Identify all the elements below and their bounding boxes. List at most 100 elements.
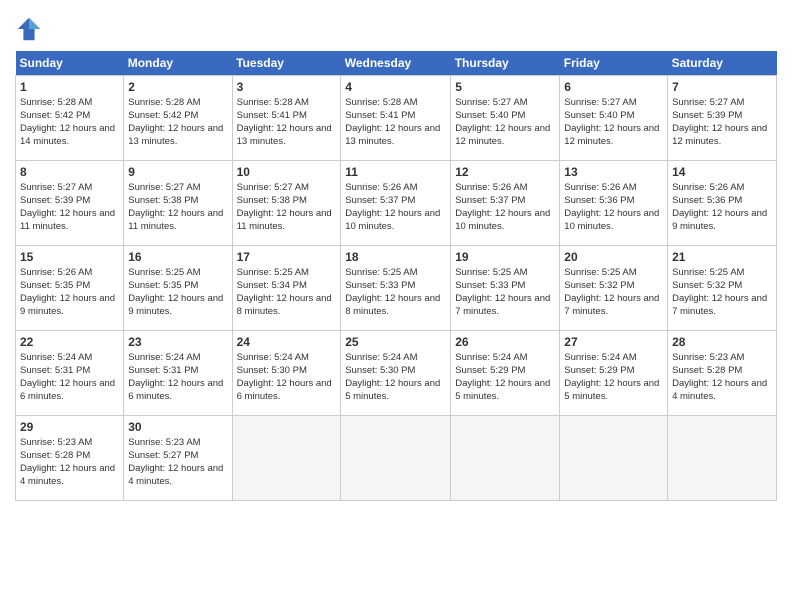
day-number: 3 [237, 79, 337, 95]
sunset: Sunset: 5:40 PM [455, 110, 525, 121]
daylight-label: Daylight: 12 hours and 11 minutes. [128, 208, 223, 232]
daylight-label: Daylight: 12 hours and 6 minutes. [128, 378, 223, 402]
daylight-label: Daylight: 12 hours and 5 minutes. [564, 378, 659, 402]
calendar-cell: 14 Sunrise: 5:26 AM Sunset: 5:36 PM Dayligh… [668, 161, 777, 246]
calendar-cell: 5Sunrise: 5:27 AMSunset: 5:40 PMDaylight… [451, 76, 560, 161]
calendar-cell: 15 Sunrise: 5:26 AM Sunset: 5:35 PM Dayligh… [16, 246, 124, 331]
calendar-table: SundayMondayTuesdayWednesdayThursdayFrid… [15, 51, 777, 501]
day-number: 10 [237, 164, 337, 180]
sunset: Sunset: 5:31 PM [20, 365, 90, 376]
calendar-cell [668, 416, 777, 501]
day-number: 29 [20, 419, 119, 435]
calendar-cell: 10Sunrise: 5:27 AMSunset: 5:38 PMDayligh… [232, 161, 341, 246]
sunset: Sunset: 5:38 PM [237, 195, 307, 206]
calendar-cell: 29Sunrise: 5:23 AMSunset: 5:28 PMDayligh… [16, 416, 124, 501]
day-number: 17 [237, 249, 337, 265]
calendar-cell: 17Sunrise: 5:25 AMSunset: 5:34 PMDayligh… [232, 246, 341, 331]
calendar-cell: 3Sunrise: 5:28 AMSunset: 5:41 PMDaylight… [232, 76, 341, 161]
calendar-cell: 27Sunrise: 5:24 AMSunset: 5:29 PMDayligh… [560, 331, 668, 416]
sunset: Sunset: 5:36 PM [672, 195, 742, 206]
daylight-label: Daylight: 12 hours and 13 minutes. [345, 123, 440, 147]
calendar-cell [341, 416, 451, 501]
sunrise: Sunrise: 5:27 AM [672, 97, 744, 108]
daylight-label: Daylight: 12 hours and 9 minutes. [20, 293, 115, 317]
day-header-friday: Friday [560, 51, 668, 76]
sunrise: Sunrise: 5:23 AM [128, 437, 200, 448]
sunset: Sunset: 5:31 PM [128, 365, 198, 376]
calendar-cell [560, 416, 668, 501]
daylight-label: Daylight: 12 hours and 12 minutes. [564, 123, 659, 147]
sunset: Sunset: 5:29 PM [564, 365, 634, 376]
daylight-label: Daylight: 12 hours and 8 minutes. [345, 293, 440, 317]
calendar-header-row: SundayMondayTuesdayWednesdayThursdayFrid… [16, 51, 777, 76]
sunset: Sunset: 5:34 PM [237, 280, 307, 291]
day-number: 27 [564, 334, 663, 350]
daylight-label: Daylight: 12 hours and 10 minutes. [564, 208, 659, 232]
day-number: 19 [455, 249, 555, 265]
sunset: Sunset: 5:35 PM [20, 280, 90, 291]
sunset: Sunset: 5:37 PM [345, 195, 415, 206]
daylight-label: Daylight: 12 hours and 12 minutes. [455, 123, 550, 147]
calendar-cell: 30Sunrise: 5:23 AMSunset: 5:27 PMDayligh… [124, 416, 232, 501]
sunrise: Sunrise: 5:25 AM [237, 267, 309, 278]
sunrise: Sunrise: 5:25 AM [345, 267, 417, 278]
day-number: 14 [672, 164, 772, 180]
daylight-label: Daylight: 12 hours and 9 minutes. [672, 208, 767, 232]
logo-icon [15, 15, 43, 43]
sunset: Sunset: 5:39 PM [672, 110, 742, 121]
day-number: 24 [237, 334, 337, 350]
sunrise: Sunrise: 5:24 AM [128, 352, 200, 363]
day-number: 5 [455, 79, 555, 95]
sunrise: Sunrise: 5:27 AM [128, 182, 200, 193]
sunrise: Sunrise: 5:25 AM [455, 267, 527, 278]
sunset: Sunset: 5:39 PM [20, 195, 90, 206]
sunrise: Sunrise: 5:26 AM [20, 267, 92, 278]
calendar-cell: 23 Sunrise: 5:24 AM Sunset: 5:31 PM Dayligh… [124, 331, 232, 416]
daylight-label: Daylight: 12 hours and 7 minutes. [455, 293, 550, 317]
calendar-cell: 19 Sunrise: 5:25 AM Sunset: 5:33 PM Dayligh… [451, 246, 560, 331]
sunset: Sunset: 5:41 PM [345, 110, 415, 121]
day-number: 1 [20, 79, 119, 95]
sunrise: Sunrise: 5:26 AM [345, 182, 417, 193]
day-number: 7 [672, 79, 772, 95]
daylight-label: Daylight: 12 hours and 11 minutes. [237, 208, 332, 232]
sunrise: Sunrise: 5:24 AM [237, 352, 309, 363]
calendar-cell: 11Sunrise: 5:26 AMSunset: 5:37 PMDayligh… [341, 161, 451, 246]
calendar-container: SundayMondayTuesdayWednesdayThursdayFrid… [0, 0, 792, 511]
sunrise: Sunrise: 5:27 AM [20, 182, 92, 193]
calendar-cell: 13Sunrise: 5:26 AMSunset: 5:36 PMDayligh… [560, 161, 668, 246]
day-number: 23 [128, 334, 227, 350]
day-number: 12 [455, 164, 555, 180]
sunset: Sunset: 5:30 PM [237, 365, 307, 376]
daylight-label: Daylight: 12 hours and 7 minutes. [564, 293, 659, 317]
day-number: 20 [564, 249, 663, 265]
daylight-label: Daylight: 12 hours and 4 minutes. [20, 463, 115, 487]
sunset: Sunset: 5:42 PM [20, 110, 90, 121]
day-number: 4 [345, 79, 446, 95]
daylight-label: Daylight: 12 hours and 9 minutes. [128, 293, 223, 317]
daylight-label: Daylight: 12 hours and 7 minutes. [672, 293, 767, 317]
calendar-cell: 12Sunrise: 5:26 AMSunset: 5:37 PMDayligh… [451, 161, 560, 246]
daylight-label: Daylight: 12 hours and 13 minutes. [237, 123, 332, 147]
sunset: Sunset: 5:27 PM [128, 450, 198, 461]
day-number: 2 [128, 79, 227, 95]
calendar-cell: 28Sunrise: 5:23 AMSunset: 5:28 PMDayligh… [668, 331, 777, 416]
day-number: 15 [20, 249, 119, 265]
day-number: 25 [345, 334, 446, 350]
sunrise: Sunrise: 5:26 AM [672, 182, 744, 193]
sunset: Sunset: 5:32 PM [564, 280, 634, 291]
sunset: Sunset: 5:33 PM [455, 280, 525, 291]
daylight-label: Daylight: 12 hours and 11 minutes. [20, 208, 115, 232]
day-number: 8 [20, 164, 119, 180]
sunrise: Sunrise: 5:28 AM [20, 97, 92, 108]
day-number: 28 [672, 334, 772, 350]
calendar-cell: 1Sunrise: 5:28 AMSunset: 5:42 PMDaylight… [16, 76, 124, 161]
calendar-week-row: 29Sunrise: 5:23 AMSunset: 5:28 PMDayligh… [16, 416, 777, 501]
day-number: 26 [455, 334, 555, 350]
sunrise: Sunrise: 5:24 AM [345, 352, 417, 363]
daylight-label: Daylight: 12 hours and 13 minutes. [128, 123, 223, 147]
day-number: 18 [345, 249, 446, 265]
daylight-label: Daylight: 12 hours and 6 minutes. [20, 378, 115, 402]
sunrise: Sunrise: 5:23 AM [20, 437, 92, 448]
sunrise: Sunrise: 5:24 AM [20, 352, 92, 363]
